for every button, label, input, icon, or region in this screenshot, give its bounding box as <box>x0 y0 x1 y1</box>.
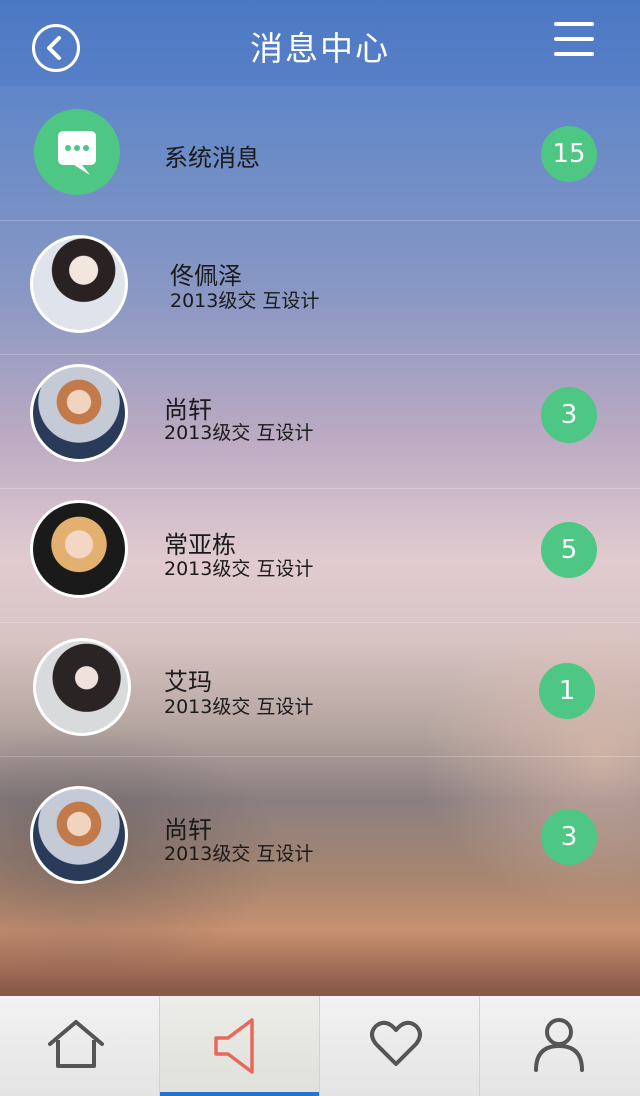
list-item-contact[interactable]: 尚轩 2013级交 互设计 3 <box>0 354 640 489</box>
list-item-contact[interactable]: 尚轩 2013级交 互设计 3 <box>0 756 640 890</box>
list-item-contact[interactable]: 艾玛 2013级交 互设计 1 <box>0 622 640 757</box>
contact-subtitle: 2013级交 互设计 <box>164 696 314 718</box>
unread-badge: 1 <box>539 663 595 719</box>
tab-profile[interactable] <box>480 996 639 1096</box>
contact-subtitle: 2013级交 互设计 <box>164 558 314 580</box>
unread-badge: 3 <box>541 387 597 443</box>
avatar <box>30 500 128 598</box>
contact-subtitle: 2013级交 互设计 <box>170 290 320 312</box>
unread-badge: 5 <box>541 522 597 578</box>
heart-icon <box>370 1020 422 1066</box>
menu-button[interactable] <box>554 22 596 56</box>
contact-subtitle: 2013级交 互设计 <box>164 422 314 444</box>
list-item-system-messages[interactable]: 系统消息 15 <box>0 86 640 221</box>
user-icon <box>534 1018 584 1072</box>
chat-bubble-icon <box>58 131 96 175</box>
list-item-contact[interactable]: 佟佩泽 2013级交 互设计 <box>0 220 640 355</box>
avatar <box>30 786 128 884</box>
avatar <box>30 364 128 462</box>
hamburger-menu-icon <box>554 22 594 26</box>
avatar <box>33 638 131 736</box>
bottom-tab-bar <box>0 996 640 1096</box>
tab-home[interactable] <box>0 996 160 1096</box>
unread-badge: 3 <box>541 809 597 865</box>
speaker-icon <box>214 1018 254 1074</box>
avatar <box>30 235 128 333</box>
unread-badge: 15 <box>541 126 597 182</box>
header-bar: 消息中心 <box>0 0 640 86</box>
contact-name: 系统消息 <box>164 144 260 172</box>
system-message-avatar <box>34 109 120 195</box>
tab-notifications[interactable] <box>160 996 320 1096</box>
home-icon <box>48 1020 104 1068</box>
list-item-contact[interactable]: 常亚栋 2013级交 互设计 5 <box>0 488 640 623</box>
contact-subtitle: 2013级交 互设计 <box>164 843 314 865</box>
tab-favorites[interactable] <box>320 996 480 1096</box>
page-title: 消息中心 <box>250 29 390 68</box>
